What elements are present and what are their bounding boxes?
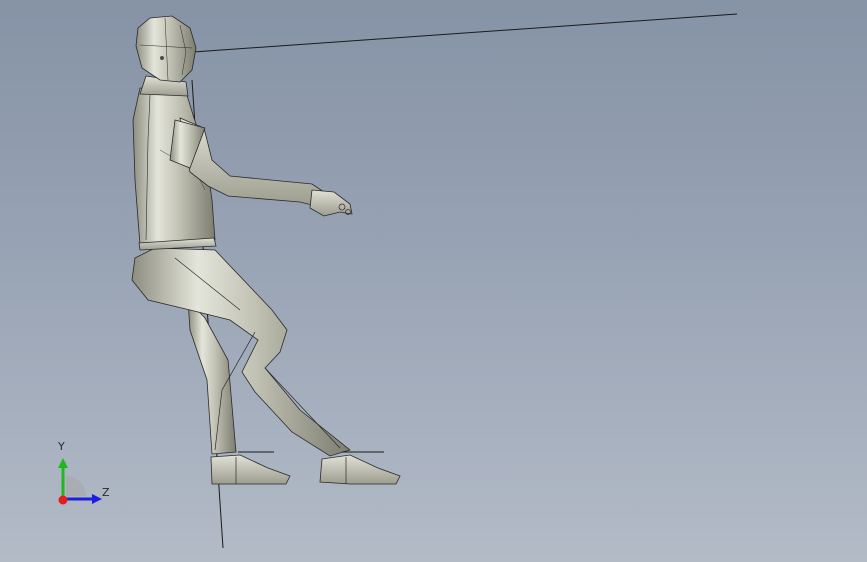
y-axis-label: Y xyxy=(58,440,65,453)
axis-triad: Y Z xyxy=(48,436,118,511)
x-axis-icon xyxy=(58,495,68,505)
right-shoe xyxy=(319,451,401,485)
z-axis-label: Z xyxy=(102,486,110,499)
left-shoe xyxy=(210,451,291,485)
3d-viewport[interactable]: Y Z xyxy=(0,0,867,562)
sight-line xyxy=(192,13,738,53)
hand xyxy=(309,189,353,217)
head xyxy=(135,15,197,83)
mannequin-model[interactable] xyxy=(0,0,867,562)
back-leg xyxy=(187,298,237,455)
front-leg xyxy=(131,247,351,457)
